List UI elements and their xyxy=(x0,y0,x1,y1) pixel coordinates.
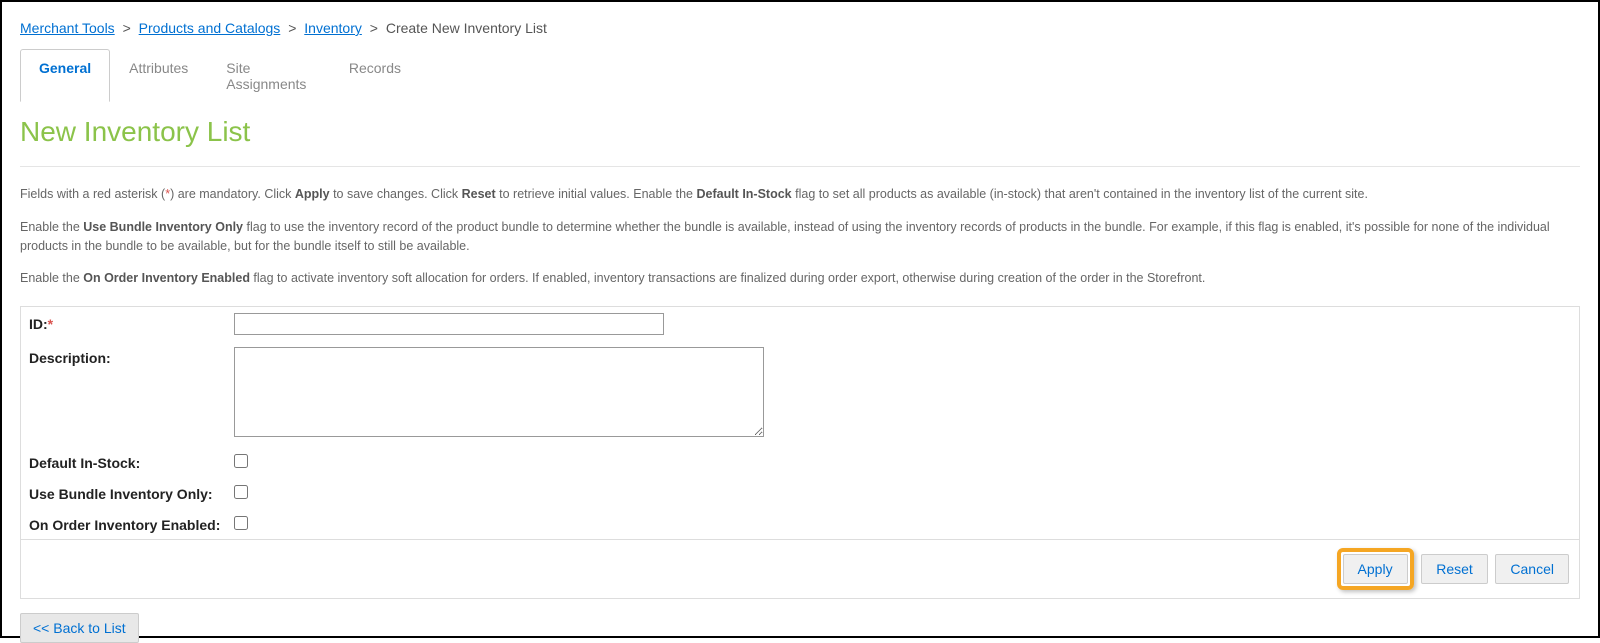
form-row-id: ID:* xyxy=(21,307,1579,341)
cancel-button[interactable]: Cancel xyxy=(1495,554,1569,584)
form-row-description: Description: xyxy=(21,341,1579,446)
breadcrumb-sep: > xyxy=(123,20,131,36)
breadcrumb-merchant-tools[interactable]: Merchant Tools xyxy=(20,20,115,36)
form-row-default-instock: Default In-Stock: xyxy=(21,446,1579,477)
form-box: ID:* Description: Default In-Stock: Use … xyxy=(20,306,1580,599)
help-text-mandatory: Fields with a red asterisk (*) are manda… xyxy=(20,185,1580,204)
default-instock-checkbox[interactable] xyxy=(234,454,248,468)
back-to-list-button[interactable]: << Back to List xyxy=(20,613,139,643)
tab-general[interactable]: General xyxy=(20,49,110,102)
apply-button[interactable]: Apply xyxy=(1343,554,1408,584)
form-row-on-order: On Order Inventory Enabled: xyxy=(21,508,1579,539)
tab-site-assignments[interactable]: Site Assignments xyxy=(207,49,330,102)
use-bundle-checkbox[interactable] xyxy=(234,485,248,499)
use-bundle-label: Use Bundle Inventory Only: xyxy=(29,483,234,502)
tabs: General Attributes Site Assignments Reco… xyxy=(20,48,420,102)
tab-records[interactable]: Records xyxy=(330,49,420,102)
on-order-label: On Order Inventory Enabled: xyxy=(29,514,234,533)
apply-highlight: Apply xyxy=(1337,548,1414,590)
form-row-use-bundle: Use Bundle Inventory Only: xyxy=(21,477,1579,508)
button-row: Apply Reset Cancel xyxy=(21,539,1579,598)
tab-attributes[interactable]: Attributes xyxy=(110,49,207,102)
help-text-bundle: Enable the Use Bundle Inventory Only fla… xyxy=(20,218,1580,256)
divider xyxy=(20,166,1580,167)
on-order-checkbox[interactable] xyxy=(234,516,248,530)
reset-button[interactable]: Reset xyxy=(1421,554,1488,584)
default-instock-label: Default In-Stock: xyxy=(29,452,234,471)
breadcrumb-sep: > xyxy=(288,20,296,36)
breadcrumb-products-catalogs[interactable]: Products and Catalogs xyxy=(139,20,281,36)
description-label: Description: xyxy=(29,347,234,366)
breadcrumb: Merchant Tools > Products and Catalogs >… xyxy=(20,20,1580,36)
page-title: New Inventory List xyxy=(20,116,1580,148)
id-label: ID:* xyxy=(29,313,234,332)
id-input[interactable] xyxy=(234,313,664,335)
breadcrumb-inventory[interactable]: Inventory xyxy=(304,20,362,36)
help-text-onorder: Enable the On Order Inventory Enabled fl… xyxy=(20,269,1580,288)
description-input[interactable] xyxy=(234,347,764,437)
breadcrumb-sep: > xyxy=(370,20,378,36)
breadcrumb-current: Create New Inventory List xyxy=(386,20,547,36)
